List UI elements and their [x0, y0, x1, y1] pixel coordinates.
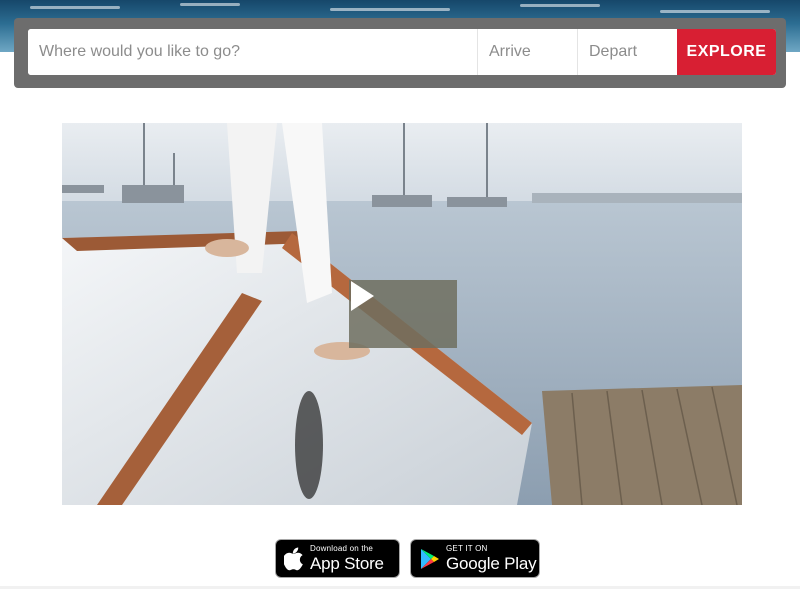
apple-icon [284, 547, 304, 571]
wave-highlight [330, 8, 450, 11]
search-form: EXPLORE [28, 29, 776, 75]
google-play-small-text: GET IT ON [446, 544, 488, 553]
app-store-big-text: App Store [310, 554, 384, 573]
explore-button[interactable]: EXPLORE [677, 29, 776, 75]
wave-highlight [30, 6, 120, 9]
google-play-icon [420, 548, 440, 570]
wave-highlight [520, 4, 600, 7]
video-play-button[interactable] [349, 280, 457, 348]
app-store-badge[interactable]: Download on the App Store [275, 539, 400, 578]
promo-video[interactable] [62, 123, 742, 505]
google-play-badge[interactable]: GET IT ON Google Play [410, 539, 540, 578]
app-download-badges: Download on the App Store GET IT ON Goog… [275, 539, 540, 578]
arrive-date-input[interactable] [477, 29, 577, 75]
play-icon [351, 281, 374, 311]
google-play-big-text: Google Play [446, 554, 537, 573]
destination-input[interactable] [28, 29, 477, 75]
app-store-small-text: Download on the [310, 544, 374, 553]
wave-highlight [180, 3, 240, 6]
wave-highlight [660, 10, 770, 13]
depart-date-input[interactable] [577, 29, 677, 75]
